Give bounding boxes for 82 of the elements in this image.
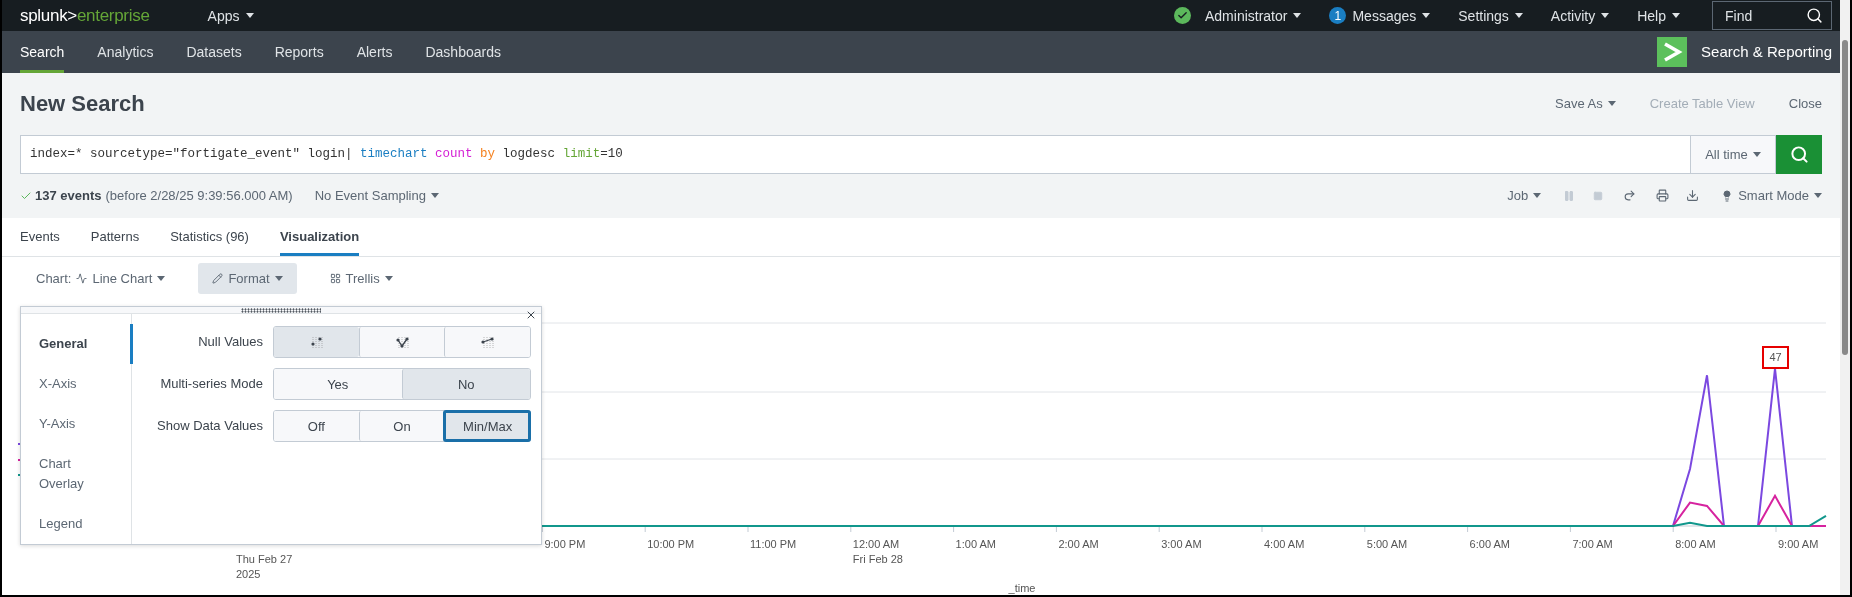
nav-tab[interactable]: Dashboards xyxy=(425,31,501,73)
x-axis-tick-label: 6:00 AM xyxy=(1469,538,1510,550)
nav-tab[interactable]: Alerts xyxy=(356,31,393,73)
option-choice[interactable]: Yes xyxy=(274,369,402,399)
chart-type-menu[interactable]: Chart: Line Chart xyxy=(22,262,180,294)
option-choice[interactable]: On xyxy=(358,411,445,441)
nav-tab[interactable]: Analytics xyxy=(97,31,154,73)
x-axis-tick-label: 12:00 AM xyxy=(852,538,900,550)
user-menu[interactable]: Administrator xyxy=(1205,7,1302,24)
x-axis-tick-label: 2:00 AM xyxy=(1058,538,1099,550)
option-choice[interactable]: No xyxy=(401,369,530,399)
x-axis-year-label: 2025 xyxy=(236,568,261,580)
format-section-tab[interactable]: Chart Overlay xyxy=(21,444,133,504)
result-tab[interactable]: Events xyxy=(20,217,60,257)
search-mode-menu[interactable]: Smart Mode xyxy=(1721,188,1822,204)
format-section-tab[interactable]: General xyxy=(21,324,133,364)
gap-dots-icon xyxy=(309,336,323,348)
header-action[interactable]: Close xyxy=(1788,96,1822,112)
x-axis-tick-label: 9:00 PM xyxy=(544,538,586,550)
top-menu[interactable]: Help xyxy=(1637,7,1680,24)
top-menu[interactable]: Settings xyxy=(1458,7,1523,24)
splunk-logo[interactable]: splunk>enterprise xyxy=(20,5,150,26)
x-axis-tick-label: 3:00 AM xyxy=(1161,538,1202,550)
max-value-label-text: 47 xyxy=(1769,351,1782,363)
max-value-label xyxy=(1762,346,1789,369)
x-axis-tick-label: 11:00 PM xyxy=(750,538,797,550)
option-choice[interactable]: Off xyxy=(274,411,359,441)
grid-icon xyxy=(329,272,341,284)
x-axis-tick-label: 1:00 AM xyxy=(955,538,996,550)
result-tab[interactable]: Visualization xyxy=(279,217,360,257)
sampling-menu[interactable]: No Event Sampling xyxy=(314,188,439,204)
pencil-icon xyxy=(212,272,224,284)
x-axis-tick-label: 7:00 AM xyxy=(1572,538,1613,550)
format-section-tab[interactable]: Legend xyxy=(21,504,133,544)
nav-tab[interactable]: Reports xyxy=(274,31,324,73)
result-tab[interactable]: Patterns xyxy=(90,217,140,257)
x-axis-tick-label: 10:00 PM xyxy=(647,538,695,550)
download-icon[interactable] xyxy=(1686,189,1700,203)
app-title: Search & Reporting xyxy=(1701,43,1832,61)
option-label: Null Values xyxy=(197,333,264,351)
format-section-tab[interactable]: Y-Axis xyxy=(21,404,133,444)
x-axis-tick-label: 8:00 AM xyxy=(1675,538,1716,550)
x-axis-tick-label: 5:00 AM xyxy=(1366,538,1408,550)
x-axis-date-label: Fri Feb 28 xyxy=(852,553,903,565)
line-chart-icon xyxy=(76,272,88,284)
drag-handle[interactable] xyxy=(241,307,321,313)
status-ok-icon[interactable] xyxy=(1174,7,1191,25)
format-section-tab[interactable]: X-Axis xyxy=(21,364,133,404)
close-icon[interactable] xyxy=(525,309,537,321)
x-axis-tick-label: 9:00 AM xyxy=(1778,538,1819,550)
search-icon xyxy=(1806,7,1823,25)
header-action[interactable]: Save As xyxy=(1555,96,1616,112)
search-icon xyxy=(1789,144,1809,164)
event-count: 137 events xyxy=(35,188,102,204)
time-range-picker[interactable]: All time xyxy=(1690,134,1776,174)
messages-menu[interactable]: 1 Messages xyxy=(1329,7,1431,25)
connected-dots-icon xyxy=(481,336,495,348)
search-button[interactable] xyxy=(1776,134,1822,174)
x-axis-date-label: Thu Feb 27 xyxy=(236,553,293,565)
job-menu[interactable]: Job xyxy=(1507,188,1542,204)
trellis-menu[interactable]: Trellis xyxy=(315,262,407,294)
app-logo xyxy=(1657,36,1688,67)
format-menu[interactable]: Format xyxy=(198,262,297,294)
search-query-field[interactable]: index=* sourcetype="fortigate_event" login| timechart count by logdesc limit=10 xyxy=(20,134,1690,174)
dip-line-icon xyxy=(395,336,409,348)
message-count-badge: 1 xyxy=(1329,7,1347,25)
find-field[interactable]: Find xyxy=(1712,1,1832,31)
option-choice[interactable]: Min/Max xyxy=(444,411,530,441)
top-menu[interactable]: Activity xyxy=(1550,7,1610,24)
print-icon[interactable] xyxy=(1656,189,1670,203)
option-label: Multi-series Mode xyxy=(159,375,264,393)
page-title: New Search xyxy=(20,90,145,117)
share-arrow-icon[interactable] xyxy=(1623,189,1637,203)
x-axis-title: _time xyxy=(1008,582,1036,594)
lightbulb-icon xyxy=(1721,189,1734,202)
search-time-detail: (before 2/28/25 9:39:56.000 AM) xyxy=(105,188,293,204)
result-tab[interactable]: Statistics (96) xyxy=(170,217,249,257)
scrollbar[interactable] xyxy=(1840,0,1850,595)
apps-menu[interactable]: Apps xyxy=(207,7,254,24)
nav-tab[interactable]: Datasets xyxy=(186,31,242,73)
x-axis-tick-label: 4:00 AM xyxy=(1264,538,1305,550)
option-label: Show Data Values xyxy=(156,417,264,435)
